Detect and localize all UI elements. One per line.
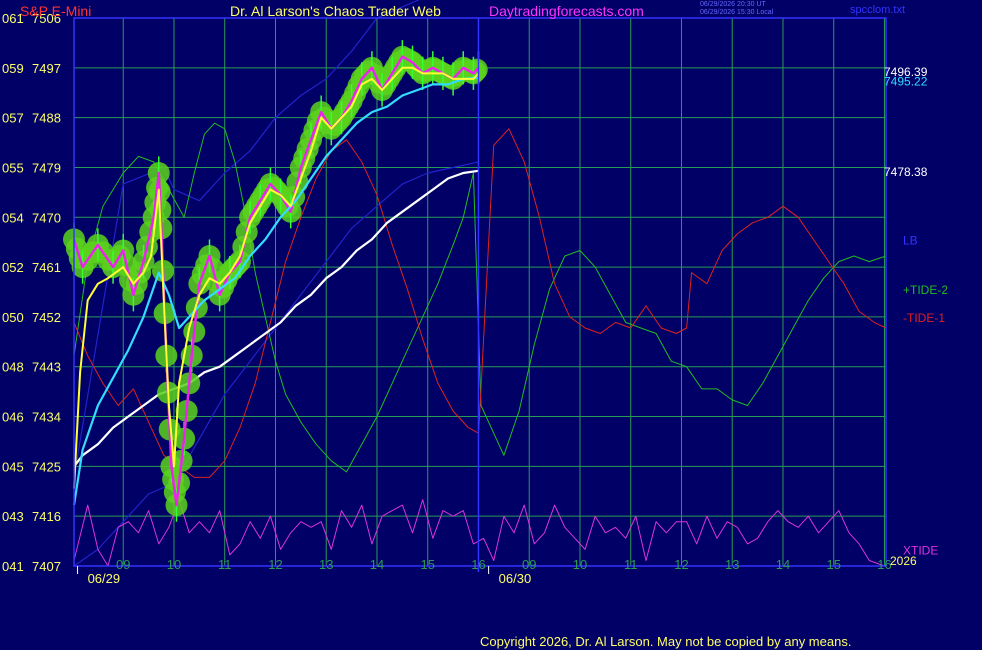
x-hour-label: 14: [370, 557, 384, 572]
x-hour-label: 12: [268, 557, 282, 572]
y-label-left: 052: [2, 260, 24, 275]
y-label-left: 048: [2, 360, 24, 375]
legend-entry: LB: [903, 233, 918, 247]
y-label-left: 046: [2, 410, 24, 425]
y-label-price: 7497: [32, 61, 61, 76]
y-label-price: 7488: [32, 111, 61, 126]
y-label-left: 057: [2, 111, 24, 126]
data-file-name: spcclom.txt: [850, 4, 906, 16]
y-label-left: 059: [2, 61, 24, 76]
x-hour-label: 11: [218, 557, 232, 572]
x-hour-label: 09: [116, 557, 130, 572]
price-chart: 061 7506059 7497057 7488055 7479054 7470052 74…: [0, 0, 982, 650]
y-label-price: 7425: [32, 459, 61, 474]
y-label-left: 050: [2, 310, 24, 325]
legend-entry: -TIDE-1: [903, 311, 945, 325]
legend-entry: +TIDE-2: [903, 283, 948, 297]
x-hour-label: 13: [725, 557, 739, 572]
plot-background: [0, 0, 982, 650]
chart-title: Dr. Al Larson's Chaos Trader Web: [230, 3, 441, 19]
right-value-label: 7478.38: [884, 165, 928, 179]
x-hour-label: 15: [826, 557, 840, 572]
x-hour-label: 11: [624, 557, 638, 572]
x-hour-label: 10: [573, 557, 587, 572]
timestamp-utc: 06/29/2026 20:30 UT: [700, 1, 766, 8]
x-hour-label: 09: [522, 557, 536, 572]
x-date-label: 06/30: [499, 571, 532, 586]
y-label-price: 7407: [32, 559, 61, 574]
y-label-price: 7443: [32, 360, 61, 375]
x-hour-label: 14: [776, 557, 790, 572]
x-hour-label: 10: [167, 557, 181, 572]
instrument-label: S&P E-Mini: [20, 3, 92, 19]
y-label-left: 054: [2, 210, 24, 225]
y-label-left: 041: [2, 559, 24, 574]
timestamp-local: 06/29/2026 15:30 Local: [700, 9, 774, 16]
y-label-left: 045: [2, 459, 24, 474]
legend-entry: XTIDE: [903, 543, 938, 557]
x-date-label: 06/29: [88, 571, 121, 586]
x-hour-label: 13: [319, 557, 333, 572]
y-label-left: 043: [2, 509, 24, 524]
y-label-price: 7434: [32, 410, 61, 425]
y-label-price: 7452: [32, 310, 61, 325]
x-hour-label: 16: [471, 557, 485, 572]
x-hour-label: 15: [420, 557, 434, 572]
x-hour-label: 12: [674, 557, 688, 572]
y-label-price: 7461: [32, 260, 61, 275]
y-label-price: 7479: [32, 160, 61, 175]
y-label-left: 055: [2, 160, 24, 175]
right-value-label: 7495.22: [884, 75, 928, 89]
copyright-notice: Copyright 2026, Dr. Al Larson. May not b…: [480, 634, 852, 649]
site-link[interactable]: Daytradingforecasts.com: [489, 3, 644, 19]
y-label-price: 7416: [32, 509, 61, 524]
y-label-price: 7470: [32, 210, 61, 225]
